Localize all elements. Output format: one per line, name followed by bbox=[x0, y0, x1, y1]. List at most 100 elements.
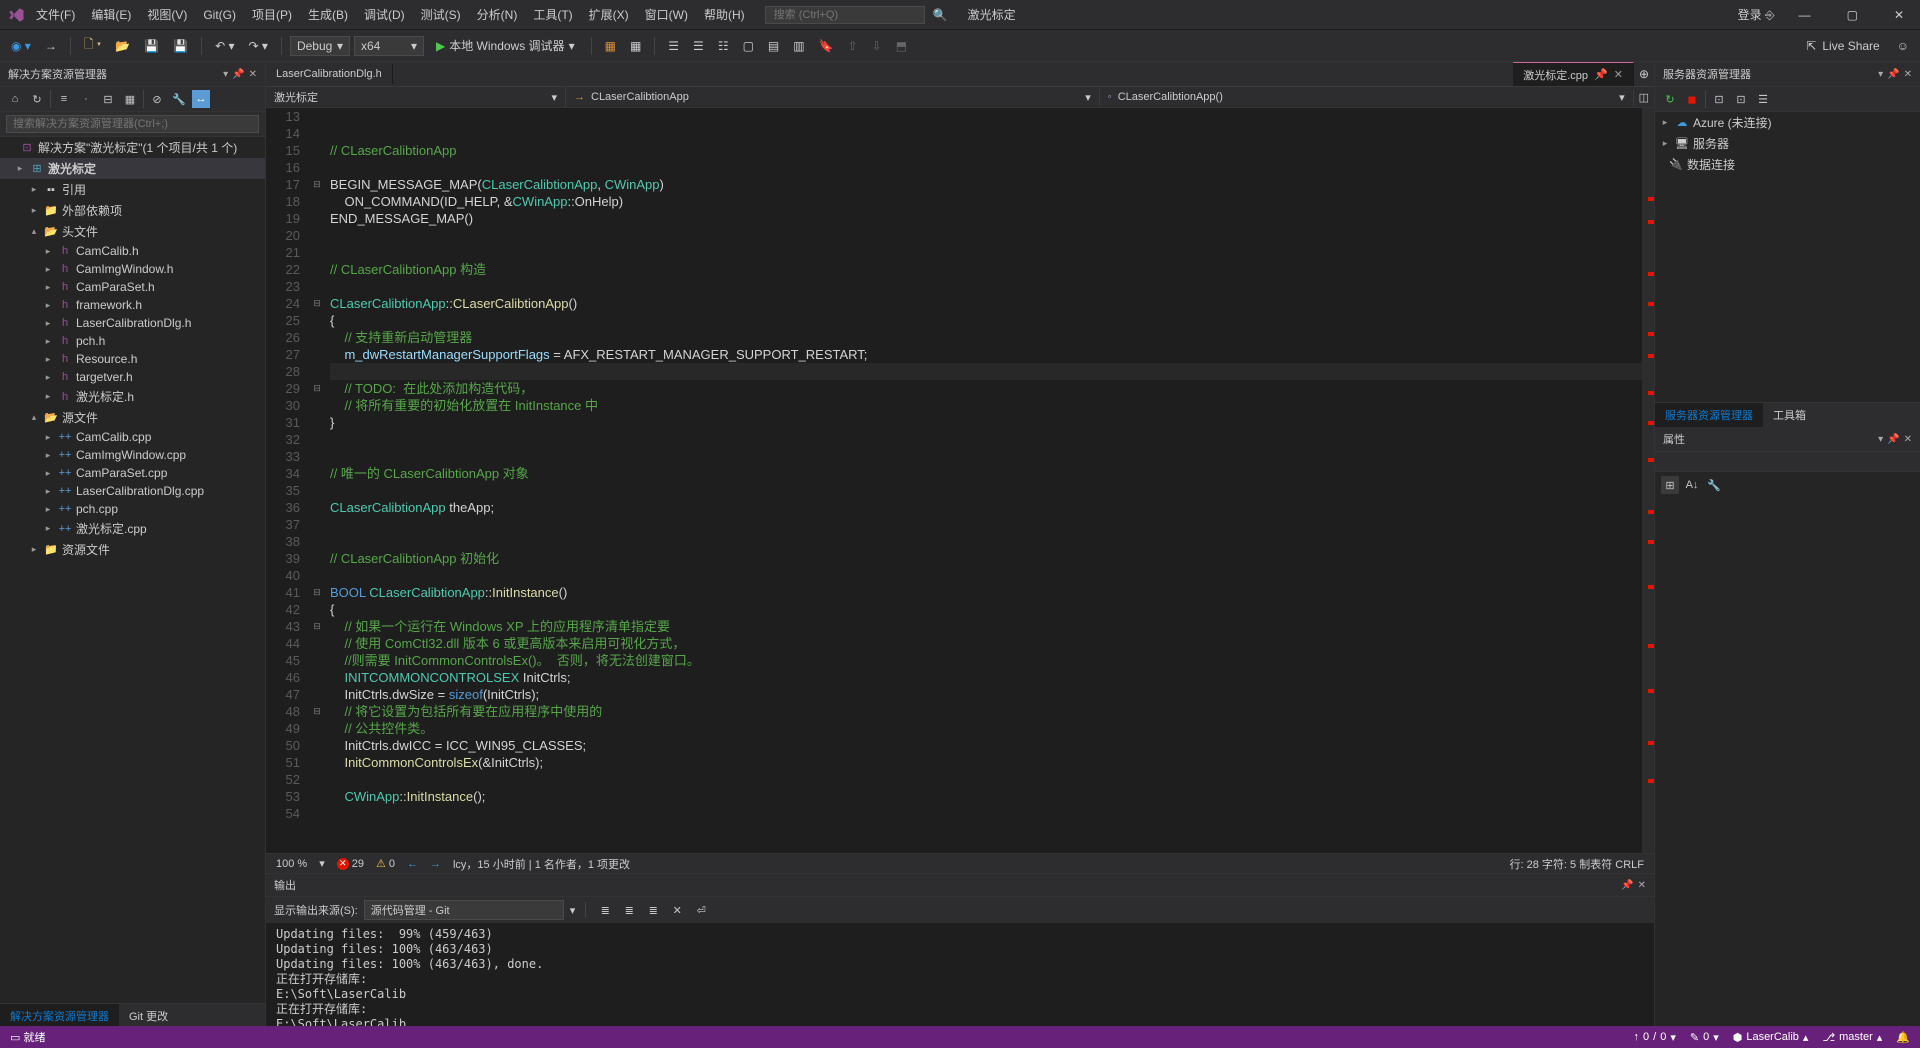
file-node[interactable]: ▸hframework.h bbox=[0, 296, 265, 314]
file-node[interactable]: ▸++LaserCalibrationDlg.cpp bbox=[0, 482, 265, 500]
prop-wrench-icon[interactable]: 🔧 bbox=[1705, 476, 1723, 494]
srv-icon-2[interactable]: ⊡ bbox=[1732, 90, 1750, 108]
out-close-icon[interactable]: ✕ bbox=[1638, 880, 1646, 891]
res-folder[interactable]: ▸📁资源文件 bbox=[0, 539, 265, 560]
save-all-icon[interactable]: 💾 bbox=[168, 36, 193, 56]
sb-notify-icon[interactable]: 🔔 bbox=[1896, 1031, 1910, 1044]
close-button[interactable]: ✕ bbox=[1882, 4, 1916, 26]
file-node[interactable]: ▸hResource.h bbox=[0, 350, 265, 368]
search-icon[interactable]: 🔍 bbox=[925, 6, 956, 24]
se-icon-2[interactable]: · bbox=[77, 90, 95, 108]
project-node[interactable]: ▸⊞激光标定 bbox=[0, 158, 265, 179]
sb-pending[interactable]: ✎ 0 ▾ bbox=[1690, 1031, 1719, 1044]
tb-icon-8[interactable]: ▥ bbox=[788, 36, 809, 56]
pin-icon[interactable]: 📌 bbox=[1594, 68, 1608, 81]
dropdown-icon[interactable]: ▾ bbox=[223, 69, 228, 80]
nav-prev-icon[interactable]: ← bbox=[407, 858, 418, 870]
out-tb-2[interactable]: ≣ bbox=[620, 901, 638, 919]
servers-node[interactable]: ▸🖥服务器 bbox=[1655, 133, 1920, 154]
menu-window[interactable]: 窗口(W) bbox=[637, 2, 696, 27]
tab-toolbox[interactable]: 工具箱 bbox=[1763, 403, 1816, 427]
file-node[interactable]: ▸++pch.cpp bbox=[0, 500, 265, 518]
refs-node[interactable]: ▸▪▪引用 bbox=[0, 179, 265, 200]
tb-icon-4[interactable]: ☰ bbox=[688, 36, 709, 56]
tb-icon-10[interactable]: ⇧ bbox=[843, 36, 863, 56]
doc-overflow-icon[interactable]: ⊕ bbox=[1634, 64, 1654, 84]
undo-icon[interactable]: ↶ ▾ bbox=[210, 36, 239, 56]
nav-scope-dropdown[interactable]: 激光标定▾ bbox=[266, 87, 566, 107]
solution-tree[interactable]: ⊡解决方案"激光标定"(1 个项目/共 1 个) ▸⊞激光标定 ▸▪▪引用 ▸📁… bbox=[0, 137, 265, 1003]
file-node[interactable]: ▸hpch.h bbox=[0, 332, 265, 350]
se-collapse-icon[interactable]: ⊟ bbox=[99, 90, 117, 108]
save-icon[interactable]: 💾 bbox=[139, 36, 164, 56]
minimap[interactable] bbox=[1642, 108, 1654, 853]
tb-icon-1[interactable]: ▦ bbox=[600, 36, 621, 56]
se-sync-icon[interactable]: ↻ bbox=[28, 90, 46, 108]
tab-solution-explorer[interactable]: 解决方案资源管理器 bbox=[0, 1004, 119, 1028]
open-icon[interactable]: 📂 bbox=[110, 36, 135, 56]
file-node[interactable]: ▸h激光标定.h bbox=[0, 386, 265, 407]
se-properties-icon[interactable]: 🔧 bbox=[170, 90, 188, 108]
tb-icon-9[interactable]: 🔖 bbox=[814, 36, 839, 56]
error-count[interactable]: ✕29 bbox=[337, 858, 364, 870]
nav-fwd-icon[interactable]: → bbox=[40, 36, 62, 56]
nav-member-dropdown[interactable]: ◦CLaserCalibtionApp()▾ bbox=[1100, 89, 1634, 106]
tb-icon-2[interactable]: ▦ bbox=[625, 36, 646, 56]
file-node[interactable]: ▸hCamCalib.h bbox=[0, 242, 265, 260]
menu-git[interactable]: Git(G) bbox=[195, 4, 244, 26]
prop-drop-icon[interactable]: ▾ bbox=[1878, 434, 1883, 445]
nav-class-dropdown[interactable]: →CLaserCalibtionApp▾ bbox=[566, 89, 1100, 106]
azure-node[interactable]: ▸☁Azure (未连接) bbox=[1655, 112, 1920, 133]
se-icon-4[interactable]: ▦ bbox=[121, 90, 139, 108]
srv-stop-icon[interactable]: ◼ bbox=[1683, 90, 1701, 108]
tb-icon-3[interactable]: ☰ bbox=[663, 36, 684, 56]
pin-icon[interactable]: 📌 bbox=[232, 69, 244, 80]
live-share-button[interactable]: ⇱ Live Share bbox=[1798, 37, 1887, 55]
new-proj-icon[interactable]: 🗋 ▾ bbox=[79, 32, 106, 59]
global-search-input[interactable] bbox=[765, 6, 925, 24]
se-icon-5[interactable]: ⊘ bbox=[148, 90, 166, 108]
output-text[interactable]: Updating files: 99% (459/463) Updating f… bbox=[266, 923, 1654, 1028]
file-node[interactable]: ▸htargetver.h bbox=[0, 368, 265, 386]
file-node[interactable]: ▸hCamParaSet.h bbox=[0, 278, 265, 296]
prop-cat-icon[interactable]: ⊞ bbox=[1661, 476, 1679, 494]
solution-root[interactable]: ⊡解决方案"激光标定"(1 个项目/共 1 个) bbox=[0, 137, 265, 158]
menu-extensions[interactable]: 扩展(X) bbox=[581, 2, 637, 27]
prop-pin-icon[interactable]: 📌 bbox=[1887, 434, 1899, 445]
doc-tab-active[interactable]: 激光标定.cpp📌✕ bbox=[1513, 62, 1634, 87]
doc-tab-inactive[interactable]: LaserCalibrationDlg.h bbox=[266, 64, 393, 84]
solution-search-input[interactable] bbox=[6, 115, 259, 133]
out-tb-3[interactable]: ≣ bbox=[644, 901, 662, 919]
menu-edit[interactable]: 编辑(E) bbox=[83, 2, 139, 27]
tb-icon-12[interactable]: ⬒ bbox=[891, 36, 912, 56]
sb-repo[interactable]: ⬢ LaserCalib ▴ bbox=[1733, 1031, 1809, 1044]
redo-icon[interactable]: ↷ ▾ bbox=[244, 36, 273, 56]
se-icon-7[interactable]: ↔ bbox=[192, 90, 210, 108]
srv-icon-3[interactable]: ☰ bbox=[1754, 90, 1772, 108]
headers-folder[interactable]: ▴📂头文件 bbox=[0, 221, 265, 242]
zoom-level[interactable]: 100 % bbox=[276, 858, 307, 870]
menu-test[interactable]: 测试(S) bbox=[413, 2, 469, 27]
srv-refresh-icon[interactable]: ↻ bbox=[1661, 90, 1679, 108]
se-icon-1[interactable]: ≡ bbox=[55, 90, 73, 108]
tab-git-changes[interactable]: Git 更改 bbox=[119, 1004, 178, 1028]
out-clear-icon[interactable]: ✕ bbox=[668, 901, 686, 919]
warning-count[interactable]: ⚠0 bbox=[376, 857, 395, 870]
nav-next-icon[interactable]: → bbox=[430, 858, 441, 870]
menu-tools[interactable]: 工具(T) bbox=[525, 2, 580, 27]
se-home-icon[interactable]: ⌂ bbox=[6, 90, 24, 108]
file-node[interactable]: ▸++CamCalib.cpp bbox=[0, 428, 265, 446]
sb-branch[interactable]: ⎇ master ▴ bbox=[1822, 1031, 1882, 1044]
menu-project[interactable]: 项目(P) bbox=[244, 2, 300, 27]
file-node[interactable]: ▸++CamParaSet.cpp bbox=[0, 464, 265, 482]
tab-server-explorer[interactable]: 服务器资源管理器 bbox=[1655, 403, 1763, 427]
ext-deps-node[interactable]: ▸📁外部依赖项 bbox=[0, 200, 265, 221]
menu-build[interactable]: 生成(B) bbox=[300, 2, 356, 27]
srv-icon-1[interactable]: ⊡ bbox=[1710, 90, 1728, 108]
split-icon[interactable]: ◫ bbox=[1634, 88, 1654, 107]
prop-close-icon[interactable]: ✕ bbox=[1904, 434, 1912, 445]
start-debugging-button[interactable]: ▶本地 Windows 调试器 ▾ bbox=[428, 35, 583, 56]
data-conn-node[interactable]: 🔌数据连接 bbox=[1655, 154, 1920, 175]
maximize-button[interactable]: ▢ bbox=[1835, 4, 1870, 26]
panel-close-icon[interactable]: ✕ bbox=[249, 69, 257, 80]
